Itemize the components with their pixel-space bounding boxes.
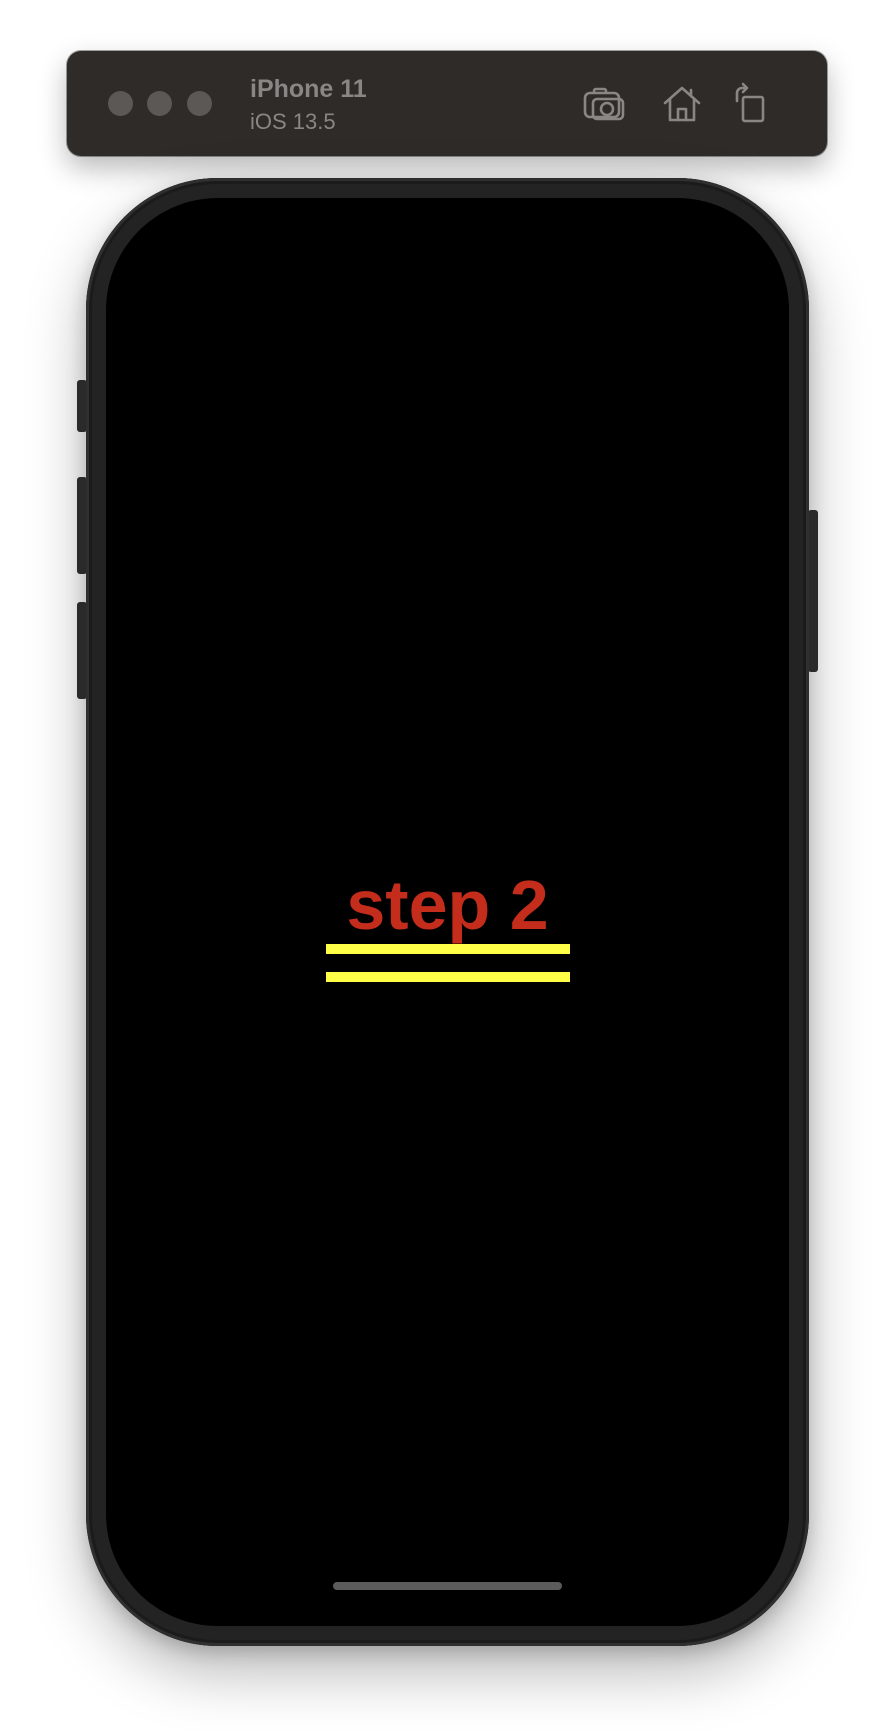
- device-name: iPhone 11: [250, 75, 367, 103]
- rotate-button[interactable]: [729, 81, 775, 127]
- side-power-button[interactable]: [808, 510, 818, 672]
- title-underline-bottom: [326, 972, 570, 982]
- home-icon: [663, 86, 701, 122]
- step-title: step 2: [346, 866, 549, 944]
- rotate-icon: [735, 82, 765, 123]
- zoom-window-button[interactable]: [187, 91, 212, 116]
- minimize-window-button[interactable]: [147, 91, 172, 116]
- close-window-button[interactable]: [108, 91, 133, 116]
- title-underline-top: [326, 944, 570, 954]
- home-indicator[interactable]: [333, 1582, 562, 1590]
- simulator-window: iPhone 11 iOS 13.5 step 2: [0, 0, 894, 1732]
- device-screen[interactable]: step 2: [106, 198, 789, 1626]
- simulator-titlebar[interactable]: iPhone 11 iOS 13.5: [67, 51, 827, 156]
- screenshot-button[interactable]: [581, 81, 627, 127]
- device-os-version: iOS 13.5: [250, 109, 336, 134]
- home-button[interactable]: [659, 81, 705, 127]
- camera-icon: [583, 87, 625, 121]
